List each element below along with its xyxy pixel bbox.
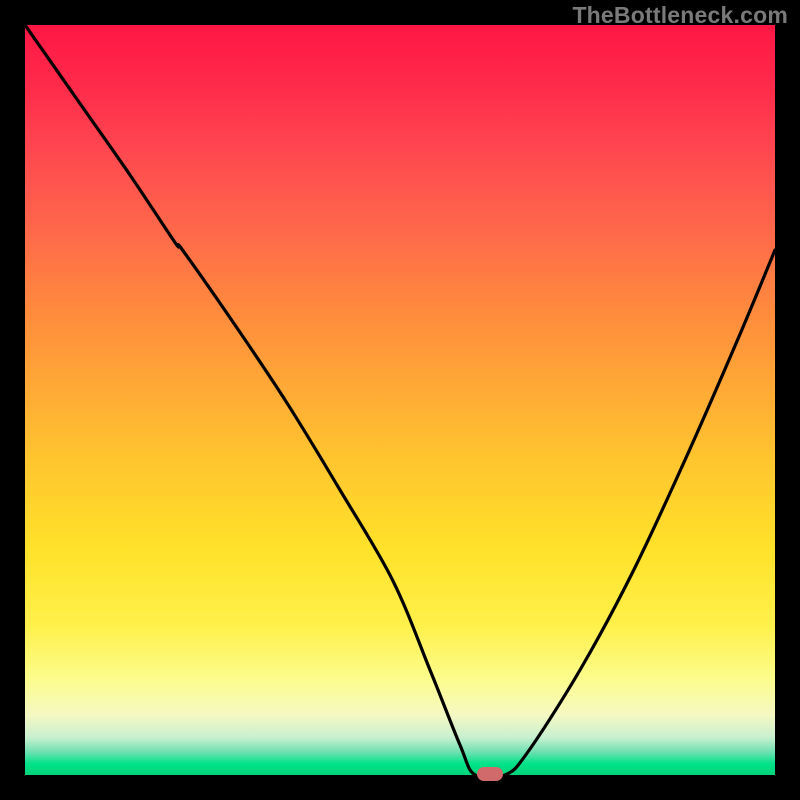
chart-frame: TheBottleneck.com: [0, 0, 800, 800]
curve-path: [25, 25, 775, 775]
bottleneck-curve: [25, 25, 775, 775]
optimal-marker: [477, 767, 503, 781]
plot-area: [25, 25, 775, 775]
watermark-text: TheBottleneck.com: [572, 2, 788, 29]
